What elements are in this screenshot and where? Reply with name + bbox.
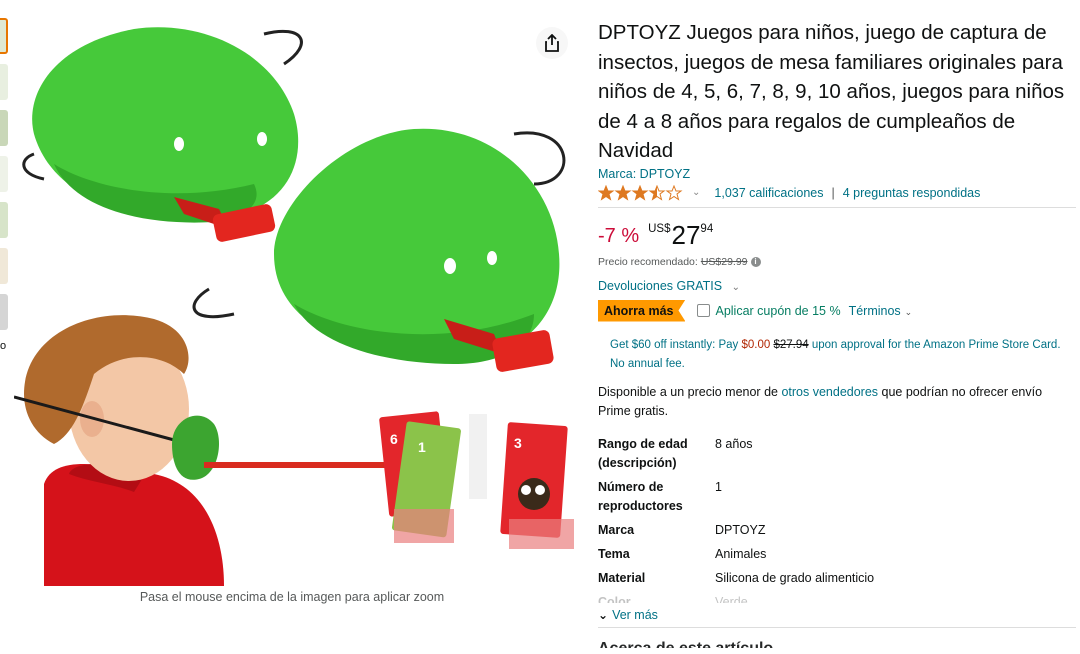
promo-original-price: $27.94	[773, 338, 809, 351]
thumbnail-3[interactable]	[0, 110, 8, 146]
thumbnail-video-label: o	[0, 340, 7, 352]
other-sellers-part1: Disponible a un precio menor de	[598, 384, 782, 399]
divider	[598, 626, 1076, 628]
questions-link[interactable]: 4 preguntas respondidas	[843, 186, 981, 200]
chevron-down-icon: ⌄	[598, 607, 609, 622]
product-title: DPTOYZ Juegos para niños, juego de captu…	[598, 21, 1065, 162]
product-illustration: 6 1 3	[13, 27, 574, 586]
share-icon	[545, 34, 559, 52]
list-price-label: Precio recomendado:	[598, 255, 698, 268]
star-rating[interactable]	[598, 184, 684, 201]
spec-row: Tema Animales	[598, 545, 1076, 564]
boy-figure	[13, 315, 424, 586]
see-more-label: Ver más	[612, 607, 658, 622]
chevron-down-icon: ⌄	[904, 306, 913, 317]
spec-row: Color Verde	[598, 593, 1076, 603]
chevron-down-icon[interactable]: ⌄	[692, 187, 700, 198]
spec-key: Color	[598, 594, 631, 603]
specs-table: Rango de edad (descripción) 8 años Númer…	[598, 435, 1076, 603]
spec-key: Tema	[598, 546, 630, 561]
coupon-checkbox[interactable]	[697, 304, 711, 317]
spec-value: DPTOYZ	[715, 522, 766, 537]
stars-icon	[598, 184, 683, 201]
card-mid-number: 1	[418, 439, 426, 455]
spec-row: Rango de edad (descripción) 8 años	[598, 435, 1076, 473]
share-button[interactable]	[536, 27, 568, 59]
thumbnail-1[interactable]	[0, 18, 8, 54]
returns-label: Devoluciones GRATIS	[598, 278, 723, 293]
product-main-image[interactable]: 6 1 3	[13, 14, 580, 586]
price-whole: 27	[671, 219, 701, 250]
spec-key: Material	[598, 570, 646, 585]
spec-value: Silicona de grado alimenticio	[715, 570, 875, 585]
game-cards: 6 1 3	[379, 411, 574, 549]
thumbnail-5[interactable]	[0, 202, 8, 238]
spec-key: Rango de edad (descripción)	[598, 436, 688, 470]
thumbnail-7[interactable]	[0, 294, 8, 330]
rating-row: ⌄ 1,037 calificaciones | 4 preguntas res…	[598, 184, 1076, 202]
spec-value: 8 años	[715, 436, 753, 451]
promo-part1: Get $60 off instantly: Pay	[610, 338, 742, 351]
list-price: Precio recomendado: US$29.99 i	[598, 256, 1076, 268]
list-price-value: US$29.99	[700, 255, 748, 268]
coupon-row: Ahorra más Aplicar cupón de 15 % Término…	[598, 299, 1076, 322]
price-currency: US$	[648, 222, 671, 235]
spec-value: Verde	[715, 594, 748, 603]
other-sellers-text: Disponible a un precio menor de otros ve…	[598, 383, 1076, 421]
ratings-count-link[interactable]: 1,037 calificaciones	[714, 186, 823, 200]
spec-value: Animales	[715, 546, 767, 561]
separator: |	[831, 185, 835, 200]
brand-link[interactable]: Marca: DPTOYZ	[598, 167, 1076, 181]
price-fraction: 94	[700, 222, 714, 235]
discount-percent: -7 %	[598, 224, 640, 247]
see-more-button[interactable]: ⌄ Ver más	[598, 608, 1076, 622]
spec-key: Marca	[598, 522, 635, 537]
thumbnail-2[interactable]	[0, 64, 8, 100]
chevron-down-icon: ⌄	[731, 281, 740, 293]
card-left-number: 6	[390, 431, 398, 447]
spec-row: Número de reproductores 1	[598, 478, 1076, 516]
spec-row: Marca DPTOYZ	[598, 521, 1076, 540]
spec-value: 1	[715, 479, 722, 494]
product-info: DPTOYZ Juegos para niños, juego de captu…	[598, 18, 1076, 648]
other-sellers-link[interactable]: otros vendedores	[781, 385, 878, 399]
thumbnail-4[interactable]	[0, 156, 8, 192]
card-right-number: 3	[514, 435, 522, 451]
spec-row: Material Silicona de grado alimenticio	[598, 569, 1076, 588]
about-item-heading: Acerca de este artículo	[598, 640, 1076, 648]
coupon-label[interactable]: Aplicar cupón de 15 %	[715, 304, 840, 318]
info-icon[interactable]: i	[750, 256, 761, 267]
thumbnail-6[interactable]	[0, 248, 8, 284]
save-badge: Ahorra más	[598, 299, 686, 322]
zoom-hint: Pasa el mouse encima de la imagen para a…	[139, 590, 445, 604]
returns-link[interactable]: Devoluciones GRATIS ⌄	[598, 279, 1076, 293]
frog-mask-1	[22, 27, 303, 242]
promo-pay-amount: $0.00	[741, 338, 771, 351]
promo-text[interactable]: Get $60 off instantly: Pay $0.00 $27.94 …	[598, 336, 1068, 374]
thumbnail-strip	[0, 18, 8, 340]
spec-key: Número de reproductores	[598, 479, 683, 513]
divider	[598, 206, 1076, 208]
terms-link[interactable]: Términos ⌄	[849, 304, 913, 318]
terms-label: Términos	[848, 303, 901, 318]
price-row: -7 % US$ 27 94	[598, 222, 1076, 252]
